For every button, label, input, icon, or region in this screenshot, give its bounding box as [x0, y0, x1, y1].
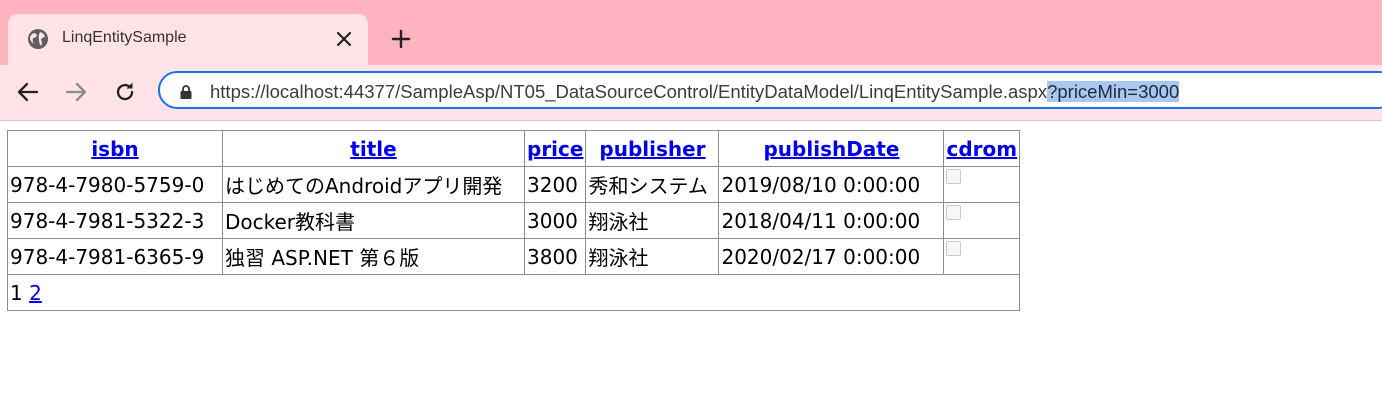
- sort-link-publisher[interactable]: publisher: [599, 137, 705, 161]
- close-icon[interactable]: [332, 27, 356, 51]
- header-publisher: publisher: [585, 130, 720, 167]
- sort-link-publishDate[interactable]: publishDate: [763, 137, 899, 161]
- tab-title: LinqEntitySample: [62, 29, 187, 46]
- books-grid: isbn title price publisher publishDate c…: [6, 130, 1021, 311]
- cell-publishDate: 2019/08/10 0:00:00: [718, 166, 945, 203]
- sort-link-price[interactable]: price: [527, 137, 583, 161]
- cell-price: 3200: [523, 166, 587, 203]
- header-publishDate: publishDate: [718, 130, 945, 167]
- cell-publishDate: 2020/02/17 0:00:00: [718, 238, 945, 275]
- browser-toolbar: https://localhost:44377/SampleAsp/NT05_D…: [0, 65, 1382, 121]
- cell-publisher: 翔泳社: [585, 238, 720, 275]
- table-row: 978-4-7980-5759-0 はじめてのAndroidアプリ開発 3200…: [7, 166, 1021, 203]
- table-row: 978-4-7981-5322-3 Docker教科書 3000 翔泳社 201…: [7, 202, 1021, 239]
- cell-cdrom: [943, 238, 1021, 275]
- cell-price: 3000: [523, 202, 587, 239]
- header-row: isbn title price publisher publishDate c…: [7, 130, 1021, 167]
- header-isbn: isbn: [7, 130, 223, 167]
- pager-link-page-2[interactable]: 2: [29, 281, 42, 305]
- back-arrow-icon[interactable]: [11, 75, 45, 109]
- cell-title: はじめてのAndroidアプリ開発: [222, 166, 525, 203]
- url-main: https://localhost:44377/SampleAsp/NT05_D…: [210, 81, 1048, 102]
- cell-title: Docker教科書: [222, 202, 525, 239]
- cell-publisher: 秀和システム: [585, 166, 720, 203]
- header-title: title: [222, 130, 525, 167]
- cell-cdrom: [943, 166, 1021, 203]
- cell-isbn: 978-4-7980-5759-0: [7, 166, 223, 203]
- pager-current-page: 1: [10, 280, 23, 305]
- sort-link-cdrom[interactable]: cdrom: [946, 137, 1017, 161]
- address-bar[interactable]: https://localhost:44377/SampleAsp/NT05_D…: [158, 71, 1382, 109]
- tab-strip: LinqEntitySample: [0, 0, 1382, 65]
- cell-cdrom: [943, 202, 1021, 239]
- forward-arrow-icon[interactable]: [59, 75, 93, 109]
- cdrom-checkbox: [946, 241, 962, 256]
- plus-icon[interactable]: [386, 24, 416, 54]
- cdrom-checkbox: [946, 169, 962, 184]
- cell-publisher: 翔泳社: [585, 202, 720, 239]
- cell-isbn: 978-4-7981-6365-9: [7, 238, 223, 275]
- url-selected-query: ?priceMin=3000: [1047, 81, 1180, 102]
- sort-link-title[interactable]: title: [350, 137, 396, 161]
- lock-icon: [178, 84, 194, 100]
- cell-publishDate: 2018/04/11 0:00:00: [718, 202, 945, 239]
- cell-title: 独習 ASP.NET 第６版: [222, 238, 525, 275]
- reload-icon[interactable]: [108, 75, 142, 109]
- sort-link-isbn[interactable]: isbn: [91, 137, 138, 161]
- table-row: 978-4-7981-6365-9 独習 ASP.NET 第６版 3800 翔泳…: [7, 238, 1021, 275]
- globe-icon: [27, 28, 49, 50]
- pager: 1 2: [6, 274, 1021, 311]
- address-url: https://localhost:44377/SampleAsp/NT05_D…: [210, 81, 1180, 103]
- cdrom-checkbox: [946, 205, 962, 220]
- cell-isbn: 978-4-7981-5322-3: [7, 202, 223, 239]
- pager-row: 1 2: [6, 274, 1021, 311]
- browser-tab[interactable]: LinqEntitySample: [8, 14, 368, 65]
- page-content: isbn title price publisher publishDate c…: [6, 130, 1021, 311]
- header-price: price: [523, 130, 587, 167]
- header-cdrom: cdrom: [943, 130, 1021, 167]
- cell-price: 3800: [523, 238, 587, 275]
